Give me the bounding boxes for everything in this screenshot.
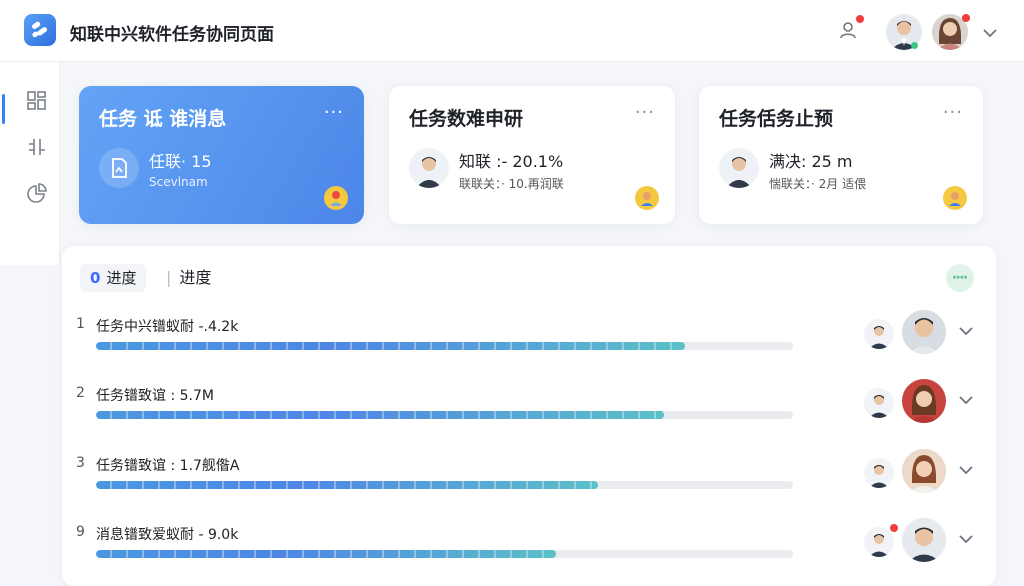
row-index: 9 bbox=[76, 524, 85, 540]
progress-row[interactable]: 2 任务镨致谊 : 5.7M bbox=[62, 379, 996, 445]
card-value: 满决: 25 m bbox=[769, 152, 853, 171]
progress-track bbox=[96, 550, 793, 558]
card-value: 知联 :- 20.1% bbox=[459, 152, 564, 171]
avatar-small[interactable] bbox=[864, 527, 894, 557]
online-dot bbox=[911, 42, 918, 49]
row-index: 3 bbox=[76, 455, 85, 471]
tab-count: 0 bbox=[90, 269, 101, 287]
progress-row[interactable]: 1 任务中兴镨蚁耐 -.4.2k bbox=[62, 310, 996, 376]
avatar-large[interactable] bbox=[902, 379, 946, 423]
card-title: 任务佸务止预 bbox=[719, 108, 834, 130]
card-title: 任务数难申研 bbox=[409, 108, 524, 130]
tab-label: 进度 bbox=[106, 269, 137, 287]
badge-avatar-icon bbox=[324, 186, 348, 210]
notification-dot bbox=[890, 524, 898, 532]
card-value: 任联· 15 bbox=[149, 152, 212, 171]
tab-label: 进度 bbox=[179, 268, 212, 287]
row-label: 消息镨致爱蚁耐 - 9.0k bbox=[96, 527, 239, 543]
progress-fill bbox=[96, 550, 557, 558]
row-label: 任务镨致谊 : 5.7M bbox=[96, 388, 214, 404]
row-label: 任务镨致谊 : 1.7舰偺A bbox=[96, 458, 240, 474]
tab-separator: | bbox=[166, 268, 172, 287]
card-subtitle: 联联关：· 10.再润联 bbox=[459, 177, 564, 191]
sidebar bbox=[0, 62, 60, 265]
more-icon[interactable]: ··· bbox=[635, 102, 655, 123]
notification-dot bbox=[856, 15, 864, 23]
progress-fill bbox=[96, 481, 598, 489]
stat-card-tasks[interactable]: 任务佸务止预 ··· 满决: 25 m 惴联关：· 2月 适偎 bbox=[699, 86, 983, 224]
dashboard-icon[interactable] bbox=[26, 90, 48, 112]
progress-panel: 0 进度 | 进度 ↔↔ 1 任务中兴镨蚁耐 -.4.2k 2 任务镨致谊 : 5.… bbox=[62, 246, 996, 586]
person-avatar bbox=[409, 148, 449, 188]
user-icon[interactable] bbox=[838, 20, 858, 40]
avatar-large[interactable] bbox=[902, 310, 946, 354]
card-subtitle: 惴联关：· 2月 适偎 bbox=[769, 177, 867, 191]
row-label: 任务中兴镨蚁耐 -.4.2k bbox=[96, 319, 239, 335]
row-index: 2 bbox=[76, 385, 85, 401]
expand-toggle-icon[interactable]: ↔↔ bbox=[946, 264, 974, 292]
chevron-down-icon[interactable] bbox=[958, 530, 974, 549]
progress-track bbox=[96, 411, 793, 419]
app-logo[interactable] bbox=[24, 14, 56, 46]
avatar-notification-dot bbox=[962, 14, 970, 22]
stat-card-messages[interactable]: 任务 诋 谁消息 ··· 任联· 15 Scevlnam bbox=[79, 86, 364, 224]
badge-avatar-icon bbox=[635, 186, 659, 210]
avatar-small[interactable] bbox=[864, 458, 894, 488]
chevron-down-icon[interactable] bbox=[958, 322, 974, 341]
avatar-large[interactable] bbox=[902, 449, 946, 493]
card-subtitle: Scevlnam bbox=[149, 175, 208, 189]
card-title: 任务 诋 谁消息 bbox=[99, 108, 227, 130]
app-title: 知联中兴软件任务协同页面 bbox=[70, 25, 274, 45]
more-icon[interactable]: ··· bbox=[943, 102, 963, 123]
progress-fill bbox=[96, 411, 665, 419]
top-bar: 知联中兴软件任务协同页面 bbox=[0, 0, 1024, 62]
avatar-small[interactable] bbox=[864, 388, 894, 418]
more-icon[interactable]: ··· bbox=[324, 102, 344, 123]
progress-row[interactable]: 9 消息镨致爱蚁耐 - 9.0k bbox=[62, 518, 996, 584]
chevron-down-icon[interactable] bbox=[958, 461, 974, 480]
progress-fill bbox=[96, 342, 685, 350]
chevron-down-icon[interactable] bbox=[958, 391, 974, 410]
stat-card-difficulty[interactable]: 任务数难申研 ··· 知联 :- 20.1% 联联关：· 10.再润联 bbox=[389, 86, 675, 224]
chevron-down-icon[interactable] bbox=[982, 24, 998, 43]
person-avatar bbox=[719, 148, 759, 188]
progress-track bbox=[96, 342, 793, 350]
badge-avatar-icon bbox=[943, 186, 967, 210]
document-icon bbox=[99, 148, 139, 188]
row-index: 1 bbox=[76, 316, 85, 332]
chart-icon[interactable] bbox=[26, 182, 48, 204]
tab-progress[interactable]: | 进度 bbox=[166, 264, 211, 292]
avatar-small[interactable] bbox=[864, 319, 894, 349]
tab-progress-active[interactable]: 0 进度 bbox=[80, 264, 147, 292]
avatar-large[interactable] bbox=[902, 518, 946, 562]
progress-track bbox=[96, 481, 793, 489]
progress-row[interactable]: 3 任务镨致谊 : 1.7舰偺A bbox=[62, 449, 996, 515]
adjust-icon[interactable] bbox=[26, 136, 48, 158]
sidebar-active-indicator bbox=[2, 94, 5, 124]
